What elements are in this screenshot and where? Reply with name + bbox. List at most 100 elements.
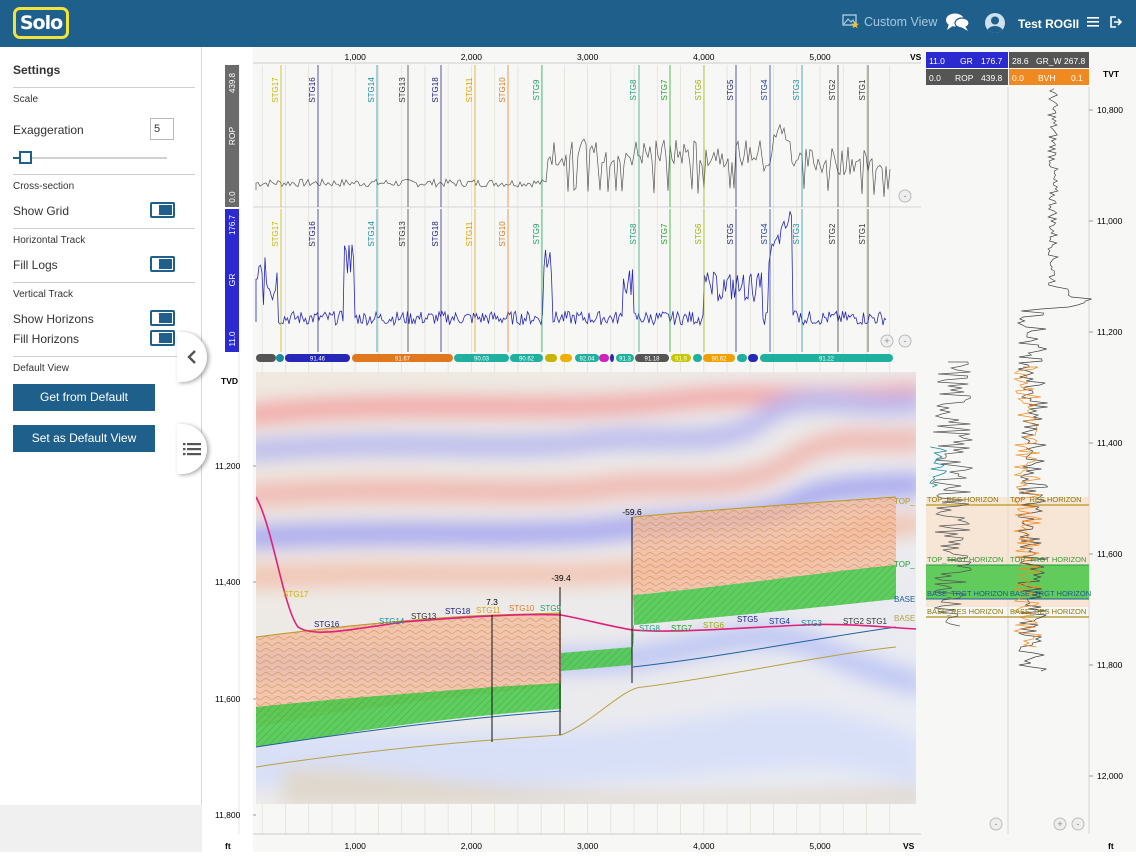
stage-label: STG9 — [532, 223, 541, 244]
stage-label: STG14 — [367, 77, 376, 103]
horizon-label-top-trgt: TOP_ — [894, 560, 915, 569]
fill-logs-label: Fill Logs — [13, 258, 58, 272]
tvt-axis-label: TVT — [1103, 69, 1120, 79]
cross-section-stage-label: STG6 — [703, 621, 724, 630]
rop-max: 439.8 — [981, 73, 1003, 83]
minus-icon: - — [995, 819, 998, 829]
tvd-axis-label: TVD — [221, 376, 238, 386]
rop-track-max: 439.8 — [228, 72, 237, 93]
fill-logs-toggle[interactable] — [150, 256, 175, 272]
rop-name: ROP — [955, 73, 974, 83]
bvh-min: 0.0 — [1012, 73, 1024, 83]
stage-label: STG1 — [858, 223, 867, 244]
segment-block[interactable] — [545, 354, 557, 362]
horizon-label-base-trgt: BASE — [894, 595, 915, 604]
rop-min: 0.0 — [929, 73, 941, 83]
segment-block[interactable] — [748, 354, 758, 362]
rop-track-min: 0.0 — [228, 191, 237, 203]
stage-label: STG18 — [431, 221, 440, 247]
log-horizon-label: BASE_TRGT HORIZON — [927, 589, 1008, 598]
gr-track-name: GR — [227, 274, 237, 287]
fill-horizons-label: Fill Horizons — [13, 332, 80, 346]
stage-label: STG16 — [308, 77, 317, 103]
tvt-tick-label: 11,200 — [1097, 327, 1123, 337]
show-horizons-toggle[interactable] — [150, 310, 175, 326]
menu-icon[interactable] — [1087, 16, 1099, 28]
cross-section-stage-label: STG11 — [476, 606, 501, 615]
divider — [13, 228, 195, 229]
tvt-tick-label: 12,000 — [1097, 771, 1123, 781]
exaggeration-slider-thumb[interactable] — [19, 151, 32, 164]
stage-label: STG3 — [792, 223, 801, 244]
vs-tick-label: 4,000 — [693, 52, 715, 62]
vs-tick-label: 5,000 — [809, 841, 831, 851]
bvh-name: BVH — [1038, 73, 1055, 83]
divider — [13, 356, 195, 357]
vertical-track-label: Vertical Track — [13, 289, 74, 300]
exaggeration-slider-track[interactable] — [13, 157, 167, 159]
stage-label: STG1 — [858, 79, 867, 100]
plus-icon: + — [884, 336, 889, 346]
stage-label: STG8 — [629, 223, 638, 244]
user-avatar-icon[interactable] — [985, 13, 1005, 33]
vs-tick-label: 1,000 — [345, 52, 367, 62]
stage-label: STG8 — [629, 79, 638, 100]
vs-tick-label: 2,000 — [461, 841, 483, 851]
segment-label: 92.04 — [579, 357, 595, 363]
divider — [13, 87, 195, 88]
bottom-vs-label: VS — [903, 841, 915, 851]
segment-block[interactable] — [693, 354, 702, 362]
horizontal-track-label: Horizontal Track — [13, 235, 86, 246]
stage-label: STG11 — [465, 221, 474, 246]
segment-label: 91.46 — [310, 357, 326, 363]
segment-block[interactable] — [560, 354, 572, 362]
custom-view-button[interactable]: Custom View — [842, 14, 937, 29]
bottom-unit-label: ft — [225, 841, 231, 851]
solo-logo[interactable]: Solo — [13, 7, 69, 39]
tvt-tick-label: 10,800 — [1097, 105, 1123, 115]
segment-block[interactable] — [599, 354, 609, 362]
fill-horizons-toggle[interactable] — [150, 330, 175, 346]
default-view-label: Default View — [13, 363, 69, 374]
fault-throw-label: 7.3 — [486, 597, 498, 607]
vs-tick-label: 3,000 — [577, 52, 599, 62]
tvt-tick-label: 11,400 — [1097, 438, 1123, 448]
log-horizon-label: TOP_RES HORIZON — [927, 495, 999, 504]
cross-section-stage-label: STG4 — [769, 617, 790, 626]
log-horizon-label: BASE_RES HORIZON — [927, 607, 1003, 616]
cross-section-stage-label: STG7 — [671, 624, 692, 633]
set-as-default-button[interactable]: Set as Default View — [13, 425, 155, 452]
chevron-left-icon — [187, 350, 196, 364]
stage-label: STG17 — [271, 77, 280, 103]
stage-label: STG6 — [694, 79, 703, 100]
cross-section-stage-label: STG8 — [639, 624, 660, 633]
show-grid-toggle[interactable] — [150, 202, 175, 218]
user-name[interactable]: Test ROGII — [1018, 17, 1079, 31]
settings-title: Settings — [13, 63, 61, 77]
top-vs-label: VS — [910, 52, 922, 62]
tvd-tick-label: 11,200 — [215, 461, 241, 471]
segment-label: 90.62 — [711, 357, 727, 363]
seismic-section: STG17 STG16 STG14 STG13 STG18 STG11 STG10 STG9 S… — [256, 372, 916, 804]
get-from-default-button[interactable]: Get from Default — [13, 384, 155, 411]
custom-view-label: Custom View — [864, 14, 938, 29]
cross-section-stage-label: STG10 — [509, 604, 535, 613]
tvd-tick-label: 11,800 — [215, 810, 241, 820]
vs-tick-label: 3,000 — [577, 841, 599, 851]
log-horizon-label: BASE_TRGT HORIZON — [1010, 589, 1091, 598]
log-horizon-label: TOP_TRGT HORIZON — [1010, 555, 1086, 564]
stage-label: STG2 — [828, 79, 837, 100]
segment-block[interactable] — [610, 354, 614, 362]
segment-block[interactable] — [276, 354, 284, 362]
logout-icon[interactable] — [1110, 16, 1123, 28]
plus-icon: + — [1057, 819, 1062, 829]
segment-block[interactable] — [737, 354, 747, 362]
segment-label: 90.62 — [519, 357, 535, 363]
log-horizon-label: TOP_TRGT HORIZON — [927, 555, 1003, 564]
chat-icon[interactable] — [945, 12, 970, 32]
stage-label: STG3 — [792, 79, 801, 100]
segment-block[interactable] — [256, 354, 276, 362]
fault-throw-label: -39.4 — [551, 573, 571, 583]
horizon-label-base-res: BASE — [894, 614, 915, 623]
exaggeration-input[interactable]: 5 — [150, 118, 174, 140]
